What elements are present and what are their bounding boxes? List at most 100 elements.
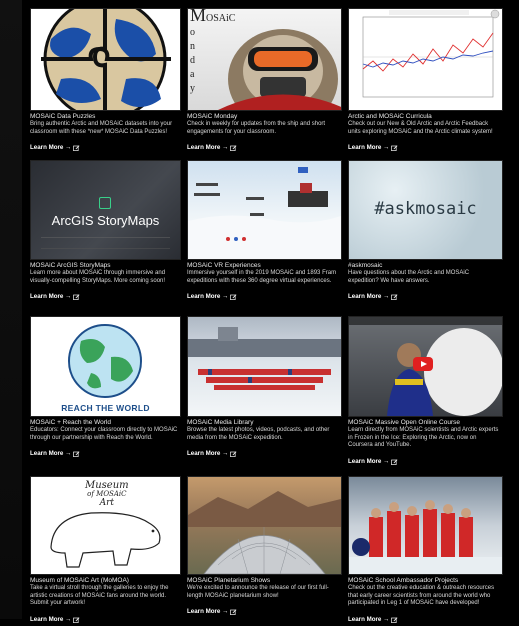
card-data-puzzles: MOSAiC Data Puzzles Bring authentic Arct… <box>30 8 181 160</box>
media-library-thumbnail[interactable] <box>187 316 342 417</box>
external-edit-icon <box>230 609 237 616</box>
planetarium-thumbnail[interactable] <box>187 476 342 575</box>
learn-more-link[interactable]: Learn More → <box>187 293 237 301</box>
external-edit-icon <box>391 459 398 465</box>
card-momoa: Museum of MOSAiC Art Museum of MOSAiC Ar… <box>30 476 181 623</box>
external-edit-icon <box>73 294 80 301</box>
curricula-thumbnail[interactable] <box>348 8 503 111</box>
reach-the-world-thumbnail[interactable]: REACH THE WORLD <box>30 316 181 417</box>
card-description: Learn directly from MOSAiC scientists an… <box>348 427 499 449</box>
external-edit-icon <box>230 451 237 458</box>
temperature-chart-image <box>362 9 500 98</box>
external-edit-icon <box>391 294 398 301</box>
learn-more-link[interactable]: Learn More → <box>187 450 237 458</box>
learn-more-link[interactable]: Learn More → <box>348 144 398 152</box>
data-puzzles-thumbnail[interactable] <box>30 8 181 111</box>
learn-more-link[interactable]: Learn More → <box>187 608 237 616</box>
thumb-word: OSAiC <box>206 13 236 24</box>
card-title: MOSAiC ArcGIS StoryMaps <box>30 262 111 269</box>
card-title: MOSAiC Planetarium Shows <box>187 577 271 584</box>
vr-thumbnail[interactable] <box>187 160 342 260</box>
museum-title-handwriting: Museum of MOSAiC Art <box>85 481 129 508</box>
learn-more-label: Learn More → <box>30 615 72 623</box>
external-edit-icon <box>391 617 398 623</box>
storymaps-title: ArcGIS StoryMaps <box>51 213 160 228</box>
school-ambassador-thumbnail[interactable] <box>348 476 503 575</box>
learn-more-label: Learn More → <box>187 450 229 458</box>
learn-more-label: Learn More → <box>348 293 390 301</box>
storymaps-logo-icon <box>99 197 111 209</box>
learn-more-label: Learn More → <box>30 293 72 301</box>
learn-more-label: Learn More → <box>187 608 229 616</box>
thumb-letter: M <box>190 8 207 25</box>
video-top-bar <box>349 317 502 325</box>
resource-gallery: MOSAiC Data Puzzles Bring authentic Arct… <box>22 0 519 623</box>
thumb-letter: n <box>190 41 195 52</box>
reach-the-world-logo-text: REACH THE WORLD <box>61 403 150 413</box>
card-description: Take a virtual stroll through the galler… <box>30 585 169 607</box>
card-reach-the-world: REACH THE WORLD MOSAiC + Reach the World… <box>30 316 181 476</box>
museum-line: Museum <box>85 480 129 491</box>
learn-more-link[interactable]: Learn More → <box>30 293 80 301</box>
learn-more-label: Learn More → <box>348 615 390 623</box>
team-photo-image <box>349 500 502 574</box>
card-title: MOSAiC Data Puzzles <box>30 113 96 120</box>
card-description: We're excited to announce the release of… <box>187 585 329 599</box>
learn-more-link[interactable]: Learn More → <box>30 144 80 152</box>
card-title: MOSAiC Massive Open Online Course <box>348 419 460 426</box>
globe-icon <box>68 324 142 398</box>
card-title: MOSAiC VR Experiences <box>187 262 261 269</box>
vr-panorama-image <box>188 167 341 259</box>
card-storymaps: ArcGIS StoryMaps MOSAiC ArcGIS StoryMaps… <box>30 160 181 316</box>
learn-more-link[interactable]: Learn More → <box>348 458 398 466</box>
card-mooc: MOSAiC Massive Open Online Course Learn … <box>348 316 503 476</box>
learn-more-label: Learn More → <box>348 144 390 152</box>
card-title: MOSAiC Monday <box>187 113 238 120</box>
external-edit-icon <box>391 145 398 152</box>
card-askmosaic: #askmosaic #askmosaic Have questions abo… <box>348 160 503 316</box>
external-edit-icon <box>73 145 80 152</box>
learn-more-link[interactable]: Learn More → <box>30 450 80 458</box>
card-vr-experiences: MOSAiC VR Experiences Immersive yourself… <box>187 160 342 316</box>
external-edit-icon <box>230 294 237 301</box>
card-title: #askmosaic <box>348 262 383 269</box>
external-edit-icon <box>230 145 237 152</box>
card-curricula: Arctic and MOSAiC Curricula Check out ou… <box>348 8 503 160</box>
card-description: Bring authentic Arctic and MOSAiC datase… <box>30 121 173 135</box>
puzzle-globe-icon <box>41 9 171 110</box>
external-edit-icon <box>73 451 80 458</box>
thumb-letter: a <box>190 69 195 80</box>
card-description: Learn more about MOSAiC through immersiv… <box>30 270 166 284</box>
learn-more-link[interactable]: Learn More → <box>30 616 80 624</box>
learn-more-label: Learn More → <box>187 293 229 301</box>
card-title: Museum of MOSAiC Art (MoMOA) <box>30 577 129 584</box>
storymaps-thumbnail[interactable]: ArcGIS StoryMaps <box>30 160 181 260</box>
learn-more-label: Learn More → <box>30 450 72 458</box>
thumb-letter: y <box>190 83 195 94</box>
card-description: Check out our New & Old Arctic and Arcti… <box>348 121 493 135</box>
learn-more-label: Learn More → <box>30 144 72 152</box>
mosaic-monday-thumbnail[interactable]: MOSAiC o n d a y <box>187 8 342 111</box>
page-margin <box>0 0 22 619</box>
play-button-icon[interactable] <box>413 357 433 371</box>
learn-more-label: Learn More → <box>187 144 229 152</box>
learn-more-link[interactable]: Learn More → <box>187 144 237 152</box>
askmosaic-thumbnail[interactable]: #askmosaic <box>348 160 503 260</box>
learn-more-link[interactable]: Learn More → <box>348 616 398 624</box>
planetarium-dome-image <box>188 491 341 574</box>
card-school-ambassador: MOSAiC School Ambassador Projects Check … <box>348 476 503 623</box>
mooc-video-thumbnail[interactable] <box>348 316 503 417</box>
card-description: Check in weekly for updates from the shi… <box>187 121 326 135</box>
resource-grid: MOSAiC Data Puzzles Bring authentic Arct… <box>30 8 503 623</box>
thumb-letter: d <box>190 55 195 66</box>
card-description: Check out the creative education & outre… <box>348 585 495 607</box>
learn-more-label: Learn More → <box>348 457 390 465</box>
card-media-library: MOSAiC Media Library Browse the latest p… <box>187 316 342 476</box>
museum-line: Art <box>99 498 115 508</box>
card-title: MOSAiC Media Library <box>187 419 254 426</box>
card-description: Browse the latest photos, videos, podcas… <box>187 427 330 441</box>
card-title: MOSAiC + Reach the World <box>30 419 111 426</box>
group-photo-image <box>188 327 341 390</box>
momoa-thumbnail[interactable]: Museum of MOSAiC Art <box>30 476 181 575</box>
learn-more-link[interactable]: Learn More → <box>348 293 398 301</box>
